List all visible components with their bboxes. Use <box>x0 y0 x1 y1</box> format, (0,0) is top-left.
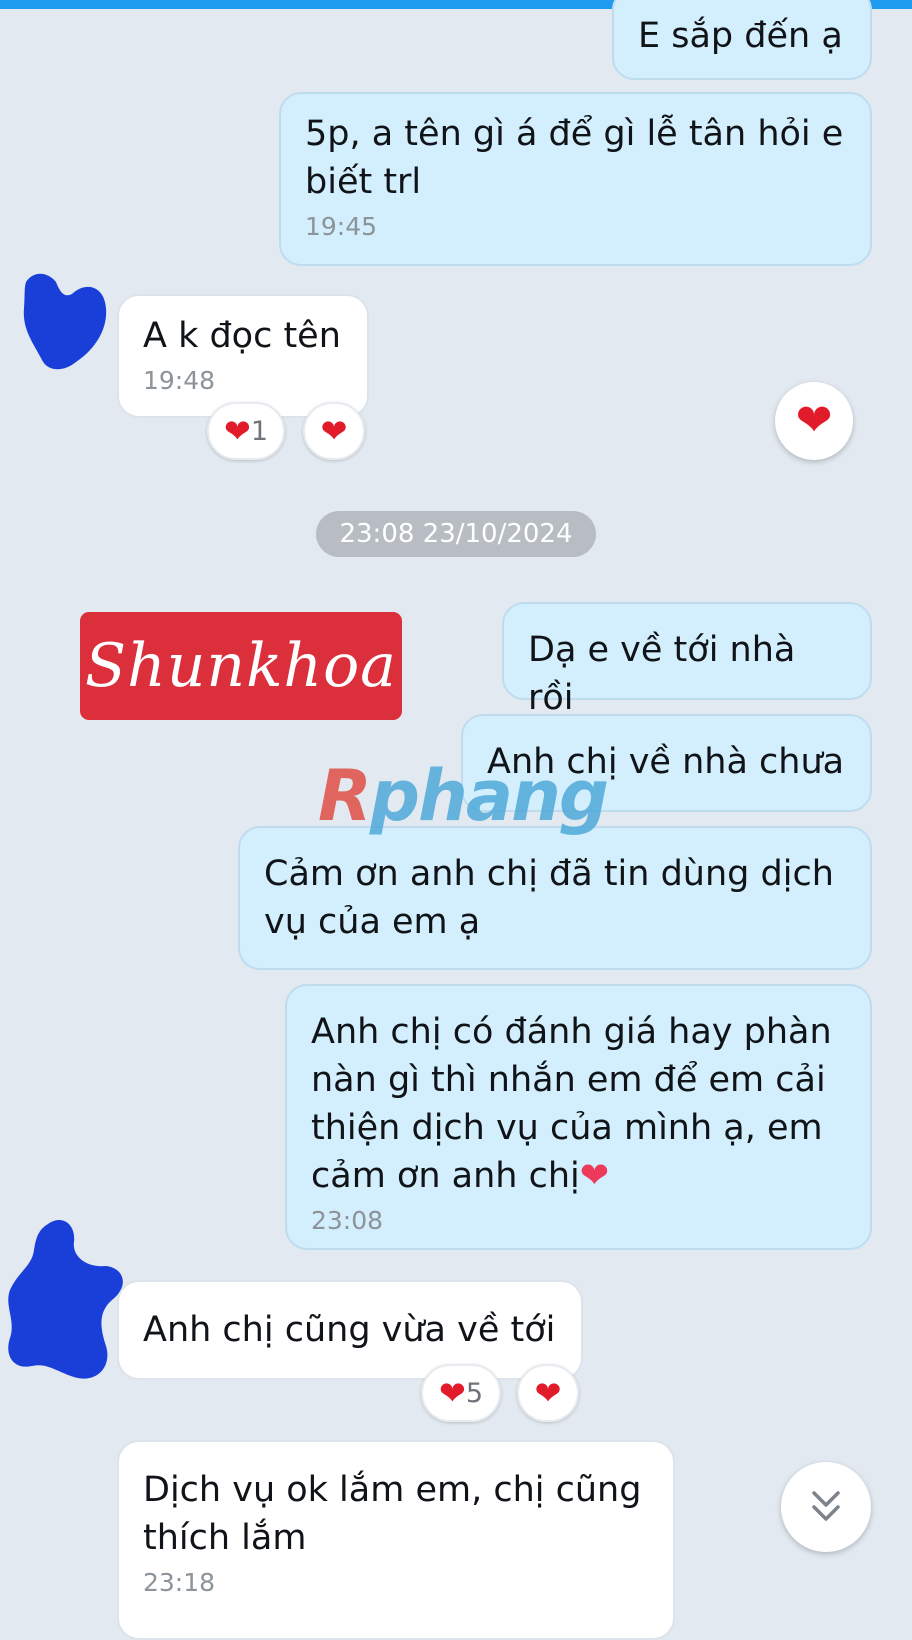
message-time: 19:45 <box>305 212 378 241</box>
message-time: 23:18 <box>143 1568 216 1597</box>
message-outgoing[interactable]: Anh chị có đánh giá hay phàn nàn gì thì … <box>285 984 872 1250</box>
watermark-part1: R <box>318 755 372 837</box>
message-text: A k đọc tên <box>143 316 341 356</box>
double-chevron-down-icon <box>812 1491 840 1521</box>
reaction-count: 1 <box>250 415 268 447</box>
heart-icon: ❤ <box>224 412 251 450</box>
message-text: Anh chị về nhà chưa <box>487 742 845 782</box>
heart-icon: ❤ <box>439 1374 466 1412</box>
heart-icon: ❤ <box>795 395 833 446</box>
message-text: E sắp đến ạ <box>638 16 843 56</box>
scroll-to-bottom-button[interactable] <box>781 1462 871 1552</box>
message-outgoing[interactable]: Dạ e về tới nhà rồi <box>502 602 872 718</box>
message-outgoing[interactable]: Anh chị về nhà chưa <box>461 714 872 812</box>
brand-logo: Shunkhoa <box>80 612 402 720</box>
heart-icon: ❤ <box>320 412 348 450</box>
message-text: Anh chị cũng vừa về tới <box>143 1310 556 1350</box>
react-button[interactable]: ❤ <box>517 1364 579 1422</box>
heart-emoji-icon: ❤ <box>579 1156 610 1196</box>
date-separator: 23:08 23/10/2024 <box>316 511 596 557</box>
message-incoming[interactable]: A k đọc tên 19:48 <box>117 294 369 418</box>
logo-text: Shunkhoa <box>85 631 397 701</box>
message-time: 23:08 <box>311 1206 384 1235</box>
message-text: Anh chị có đánh giá hay phàn nàn gì thì … <box>311 1012 832 1196</box>
message-text: Dạ e về tới nhà rồi <box>528 630 796 718</box>
message-incoming[interactable]: Anh chị cũng vừa về tới <box>117 1280 583 1380</box>
avatar[interactable] <box>18 268 110 376</box>
message-text: Dịch vụ ok lắm em, chị cũng thích lắm <box>143 1470 642 1558</box>
message-incoming[interactable]: Dịch vụ ok lắm em, chị cũng thích lắm 23… <box>117 1440 675 1640</box>
message-time: 19:48 <box>143 366 216 395</box>
quick-react-button[interactable]: ❤ <box>775 382 853 460</box>
reaction-summary[interactable]: ❤ 1 <box>207 402 285 460</box>
message-text: 5p, a tên gì á để gì lễ tân hỏi e biết t… <box>305 114 844 202</box>
heart-icon: ❤ <box>534 1374 562 1412</box>
message-outgoing[interactable]: 5p, a tên gì á để gì lễ tân hỏi e biết t… <box>279 92 872 266</box>
message-outgoing[interactable]: E sắp đến ạ <box>612 0 872 80</box>
reaction-summary[interactable]: ❤ 5 <box>421 1364 501 1422</box>
react-button[interactable]: ❤ <box>303 402 365 460</box>
reaction-count: 5 <box>465 1377 483 1409</box>
message-outgoing[interactable]: Cảm ơn anh chị đã tin dùng dịch vụ của e… <box>238 826 872 970</box>
message-text: Cảm ơn anh chị đã tin dùng dịch vụ của e… <box>264 854 834 942</box>
avatar[interactable] <box>2 1216 130 1386</box>
